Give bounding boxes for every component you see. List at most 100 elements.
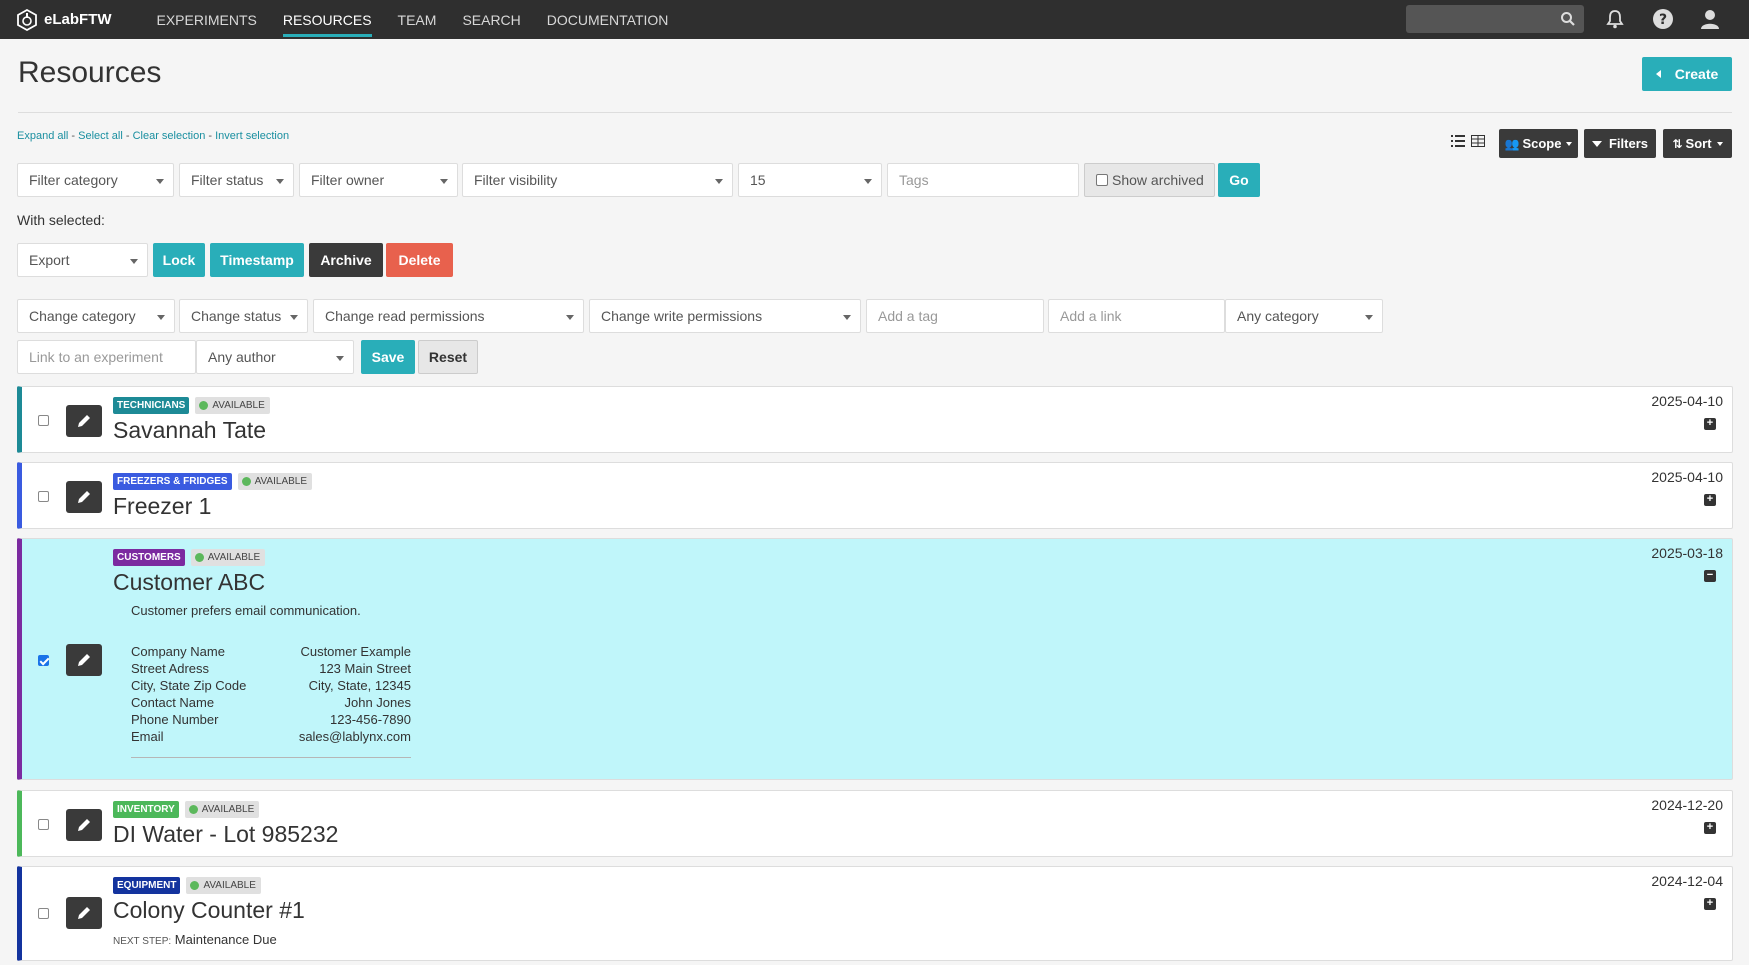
results-limit-select[interactable]: 15 [738,163,882,197]
any-author-select[interactable]: Any author [196,340,354,374]
next-step: NEXT STEP: Maintenance Due [113,932,277,947]
scope-button[interactable]: 👥 Scope [1499,129,1578,158]
resource-item[interactable]: FREEZERS & FRIDGES AVAILABLE Freezer 1 2… [17,462,1733,529]
expand-icon[interactable]: + [1704,418,1716,430]
reset-button[interactable]: Reset [418,340,478,374]
elabftw-logo-icon [17,8,37,31]
category-badge: EQUIPMENT [113,877,181,894]
divider [18,112,1732,113]
item-title[interactable]: Customer ABC [113,569,265,596]
user-icon[interactable] [1697,6,1723,32]
edit-button[interactable] [66,897,102,929]
change-read-permissions-select[interactable]: Change read permissions [313,299,584,333]
sort-button[interactable]: ⇅ Sort [1663,129,1732,158]
status-badge: AVAILABLE [190,549,266,566]
list-view-icon[interactable] [1451,135,1465,147]
nav-search[interactable]: SEARCH [449,0,533,39]
change-status-select[interactable]: Change status [179,299,308,333]
table-view-icon[interactable] [1471,135,1485,147]
item-checkbox[interactable] [38,908,49,919]
item-date: 2024-12-20 [1651,797,1723,813]
item-checkbox[interactable] [38,655,49,666]
with-selected-label: With selected: [17,212,105,228]
extra-fields-table: Company Name Customer Example Street Adre… [131,643,411,758]
nav-resources[interactable]: RESOURCES [270,0,385,39]
resource-item[interactable]: TECHNICIANS AVAILABLE Savannah Tate 2025… [17,386,1733,453]
svg-text:?: ? [1659,12,1667,28]
filter-visibility-select[interactable]: Filter visibility [462,163,733,197]
expand-icon[interactable]: + [1704,898,1716,910]
item-title[interactable]: DI Water - Lot 985232 [113,821,338,848]
add-link-input[interactable]: Add a link [1048,299,1225,333]
invert-selection-link[interactable]: Invert selection [215,130,289,142]
export-select[interactable]: Export [17,243,148,277]
show-archived-checkbox[interactable]: Show archived [1084,163,1215,197]
filters-button[interactable]: Filters [1584,129,1656,158]
pencil-icon [78,654,90,666]
view-mode-toggle [1451,135,1485,147]
resource-item[interactable]: EQUIPMENT AVAILABLE Colony Counter #1 NE… [17,866,1733,961]
any-category-select[interactable]: Any category [1225,299,1383,333]
status-badge: AVAILABLE [184,801,260,818]
collapse-icon[interactable]: − [1704,570,1716,582]
create-button[interactable]: Create [1642,57,1732,91]
pencil-icon [78,491,90,503]
archive-button[interactable]: Archive [309,243,383,277]
caret-left-icon [1655,70,1661,78]
search-icon [1561,12,1575,26]
item-checkbox[interactable] [38,415,49,426]
filter-status-select[interactable]: Filter status [179,163,294,197]
nav-documentation[interactable]: DOCUMENTATION [534,0,682,39]
field-row: Email sales@lablynx.com [131,729,411,744]
filter-owner-select[interactable]: Filter owner [299,163,458,197]
clear-selection-link[interactable]: Clear selection [133,130,206,142]
status-dot-icon [194,553,204,562]
field-row: Phone Number 123-456-7890 [131,712,411,727]
quick-search-input[interactable] [1406,5,1584,33]
category-badge: CUSTOMERS [113,549,185,566]
expand-all-link[interactable]: Expand all [17,130,68,142]
category-badge: INVENTORY [113,801,179,818]
field-row: Company Name Customer Example [131,644,411,659]
lock-button[interactable]: Lock [153,243,205,277]
add-tag-input[interactable]: Add a tag [866,299,1044,333]
go-button[interactable]: Go [1218,163,1260,197]
notifications-icon[interactable] [1602,6,1628,32]
edit-button[interactable] [66,481,102,513]
item-title[interactable]: Colony Counter #1 [113,897,305,924]
status-dot-icon [241,477,251,486]
main-nav: EXPERIMENTS RESOURCES TEAM SEARCH DOCUME… [144,0,682,39]
caret-down-icon [1591,140,1602,147]
help-icon[interactable]: ? [1650,6,1676,32]
selection-links: Expand all - Select all - Clear selectio… [17,130,290,142]
expand-icon[interactable]: + [1704,494,1716,506]
app-logo[interactable]: eLabFTW [16,8,112,31]
item-title[interactable]: Savannah Tate [113,417,266,444]
item-checkbox[interactable] [38,819,49,830]
change-write-permissions-select[interactable]: Change write permissions [589,299,861,333]
app-name: eLabFTW [44,11,112,28]
resource-item[interactable]: CUSTOMERS AVAILABLE Customer ABC 2025-03… [17,538,1733,780]
item-checkbox[interactable] [38,491,49,502]
delete-button[interactable]: Delete [386,243,453,277]
tags-input[interactable]: Tags [887,163,1079,197]
change-category-select[interactable]: Change category [17,299,175,333]
nav-team[interactable]: TEAM [385,0,450,39]
filter-category-select[interactable]: Filter category [17,163,174,197]
link-experiment-input[interactable]: Link to an experiment [17,340,196,374]
edit-button[interactable] [66,809,102,841]
save-button[interactable]: Save [361,340,415,374]
nav-experiments[interactable]: EXPERIMENTS [144,0,270,39]
resource-item[interactable]: INVENTORY AVAILABLE DI Water - Lot 98523… [17,790,1733,857]
edit-button[interactable] [66,644,102,676]
category-badge: TECHNICIANS [113,397,190,414]
pencil-icon [78,415,90,427]
item-title[interactable]: Freezer 1 [113,493,211,520]
expand-icon[interactable]: + [1704,822,1716,834]
edit-button[interactable] [66,405,102,437]
status-badge: AVAILABLE [237,473,313,490]
category-badge: FREEZERS & FRIDGES [113,473,232,490]
select-all-link[interactable]: Select all [78,130,123,142]
pencil-icon [78,907,90,919]
timestamp-button[interactable]: Timestamp [210,243,304,277]
